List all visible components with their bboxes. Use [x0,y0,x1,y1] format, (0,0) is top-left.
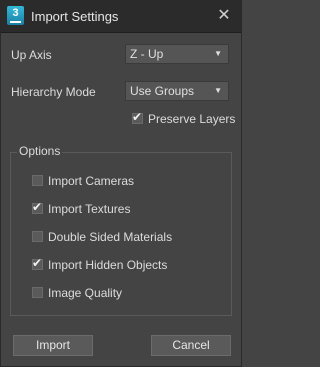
import-textures-checkbox[interactable]: ✔ [32,200,43,214]
checkmark-icon: ✔ [132,110,143,124]
app-icon: 3 [7,6,24,25]
import-button[interactable]: Import [13,335,93,356]
options-group-title: Options [17,144,63,158]
title-bar: 3 Import Settings ✕ [1,1,241,33]
hierarchy-mode-label: Hierarchy Mode [11,85,96,99]
close-icon[interactable]: ✕ [215,7,233,25]
import-hidden-objects-checkbox[interactable]: ✔ [32,256,43,270]
preserve-layers-label: Preserve Layers [148,112,236,126]
cancel-button-label: Cancel [172,338,210,352]
double-sided-materials-checkbox[interactable] [32,231,43,242]
import-cameras-checkbox[interactable] [32,175,43,186]
up-axis-value: Z - Up [130,47,164,61]
up-axis-select[interactable]: Z - Up ▼ [125,44,229,64]
chevron-down-icon: ▼ [214,86,222,95]
import-hidden-objects-label: Import Hidden Objects [48,258,168,272]
hierarchy-mode-value: Use Groups [130,84,195,98]
preserve-layers-checkbox[interactable]: ✔ [132,110,143,124]
up-axis-label: Up Axis [11,48,52,62]
cancel-button[interactable]: Cancel [151,335,231,356]
image-quality-checkbox[interactable] [32,287,43,298]
import-settings-dialog: 3 Import Settings ✕ Up Axis Z - Up ▼ Hie… [0,0,242,367]
checkmark-icon: ✔ [32,200,43,214]
app-icon-number: 3 [12,7,19,19]
double-sided-materials-label: Double Sided Materials [48,230,173,244]
app-icon-bar [10,21,21,23]
window-title: Import Settings [31,9,119,24]
hierarchy-mode-select[interactable]: Use Groups ▼ [125,81,229,101]
import-cameras-label: Import Cameras [48,174,135,188]
checkmark-icon: ✔ [32,256,43,270]
import-textures-label: Import Textures [48,202,131,216]
image-quality-label: Image Quality [48,286,123,300]
import-button-label: Import [35,338,70,352]
chevron-down-icon: ▼ [214,49,222,58]
